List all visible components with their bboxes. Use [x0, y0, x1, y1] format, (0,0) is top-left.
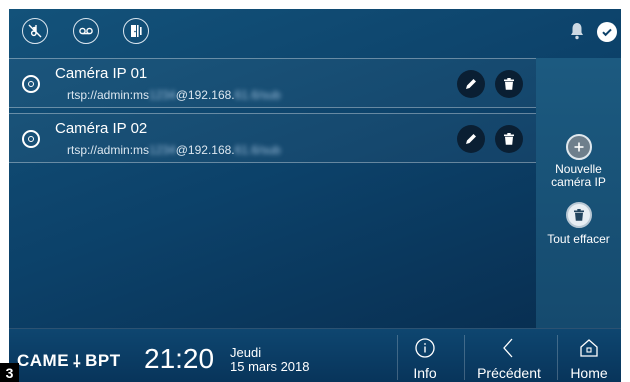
music-mute-icon[interactable]	[22, 18, 48, 44]
add-camera-button[interactable]	[566, 134, 592, 160]
add-camera-label[interactable]: Nouvelle caméra IP	[536, 163, 621, 189]
clock: 21:20	[144, 343, 215, 374]
delete-button[interactable]	[495, 70, 523, 98]
bell-icon[interactable]	[569, 21, 585, 41]
bottom-bar: CAME ⸸ BPT 21:20 Jeudi 15 mars 2018 Info…	[9, 328, 621, 382]
brand-logo: CAME ⸸ BPT	[17, 351, 121, 371]
door-icon[interactable]	[123, 18, 149, 44]
page-number-badge: 3	[0, 363, 19, 382]
trash-icon	[574, 209, 584, 221]
home-button[interactable]: Home	[557, 329, 621, 382]
bpt-mark-icon: ⸸	[73, 354, 82, 371]
pencil-icon	[466, 79, 476, 89]
top-bar	[9, 9, 621, 55]
clear-all-button[interactable]	[566, 202, 592, 228]
voicemail-icon[interactable]	[73, 18, 99, 44]
camera-icon	[22, 75, 40, 93]
camera-name: Caméra IP 01	[55, 65, 148, 82]
edit-button[interactable]	[457, 70, 485, 98]
plus-icon	[574, 142, 584, 152]
info-icon	[415, 338, 435, 358]
screen: Caméra IP 01 rtsp://admin:ms1234@192.168…	[9, 9, 621, 382]
trash-icon	[504, 133, 514, 145]
edit-button[interactable]	[457, 125, 485, 153]
pencil-icon	[466, 134, 476, 144]
camera-name: Caméra IP 02	[55, 120, 148, 137]
info-button[interactable]: Info	[397, 329, 453, 382]
delete-button[interactable]	[495, 125, 523, 153]
home-icon	[580, 339, 598, 357]
check-icon[interactable]	[597, 22, 617, 42]
camera-url: rtsp://admin:ms1234@192.168.61.6/sub	[67, 143, 281, 157]
clear-all-label[interactable]: Tout effacer	[536, 233, 621, 246]
previous-button[interactable]: Précédent	[464, 329, 554, 382]
side-panel: Nouvelle caméra IP Tout effacer	[536, 58, 621, 328]
weekday: Jeudi	[230, 345, 262, 360]
camera-icon	[22, 130, 40, 148]
date: 15 mars 2018	[230, 359, 310, 374]
camera-url: rtsp://admin:ms1234@192.168.61.6/sub	[67, 88, 281, 102]
chevron-left-icon	[503, 338, 513, 358]
camera-row[interactable]: Caméra IP 02 rtsp://admin:ms1234@192.168…	[9, 113, 536, 163]
camera-row[interactable]: Caméra IP 01 rtsp://admin:ms1234@192.168…	[9, 58, 536, 108]
trash-icon	[504, 78, 514, 90]
